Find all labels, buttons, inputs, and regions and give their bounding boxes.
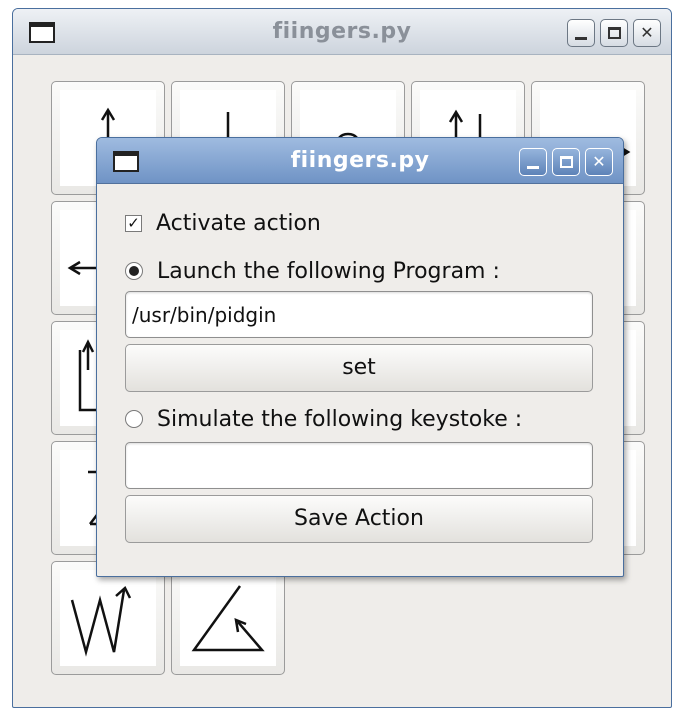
simulate-keystroke-row[interactable]: Simulate the following keystoke : [125,404,522,434]
close-icon[interactable]: ✕ [585,148,613,176]
launch-program-row[interactable]: Launch the following Program : [125,256,500,286]
save-action-button[interactable]: Save Action [125,495,593,543]
launch-program-radio[interactable] [125,262,143,280]
maximize-icon[interactable] [552,148,580,176]
minimize-icon[interactable] [519,148,547,176]
gesture-button-w-up[interactable] [51,561,165,675]
simulate-keystroke-radio[interactable] [125,410,143,428]
activate-action-row[interactable]: ✓ Activate action [125,208,321,238]
set-button[interactable]: set [125,344,593,392]
simulate-keystroke-label: Simulate the following keystoke : [157,406,523,432]
maximize-icon[interactable] [600,19,628,47]
gesture-triangle-icon [180,570,276,666]
action-dialog: fiingers.py ✕ ✓ Activate action Launch t… [96,137,624,577]
keystroke-input[interactable] [125,442,593,489]
activate-action-label: Activate action [156,210,321,236]
close-icon[interactable]: ✕ [633,19,661,47]
dialog-titlebar[interactable]: fiingers.py ✕ [97,138,623,184]
gesture-button-triangle[interactable] [171,561,285,675]
main-titlebar[interactable]: fiingers.py ✕ [13,9,671,55]
minimize-icon[interactable] [567,19,595,47]
program-path-input[interactable] [125,291,593,338]
activate-action-checkbox[interactable]: ✓ [125,213,142,232]
check-icon: ✓ [127,213,140,232]
launch-program-label: Launch the following Program : [157,258,500,284]
gesture-w-up-icon [60,570,156,666]
